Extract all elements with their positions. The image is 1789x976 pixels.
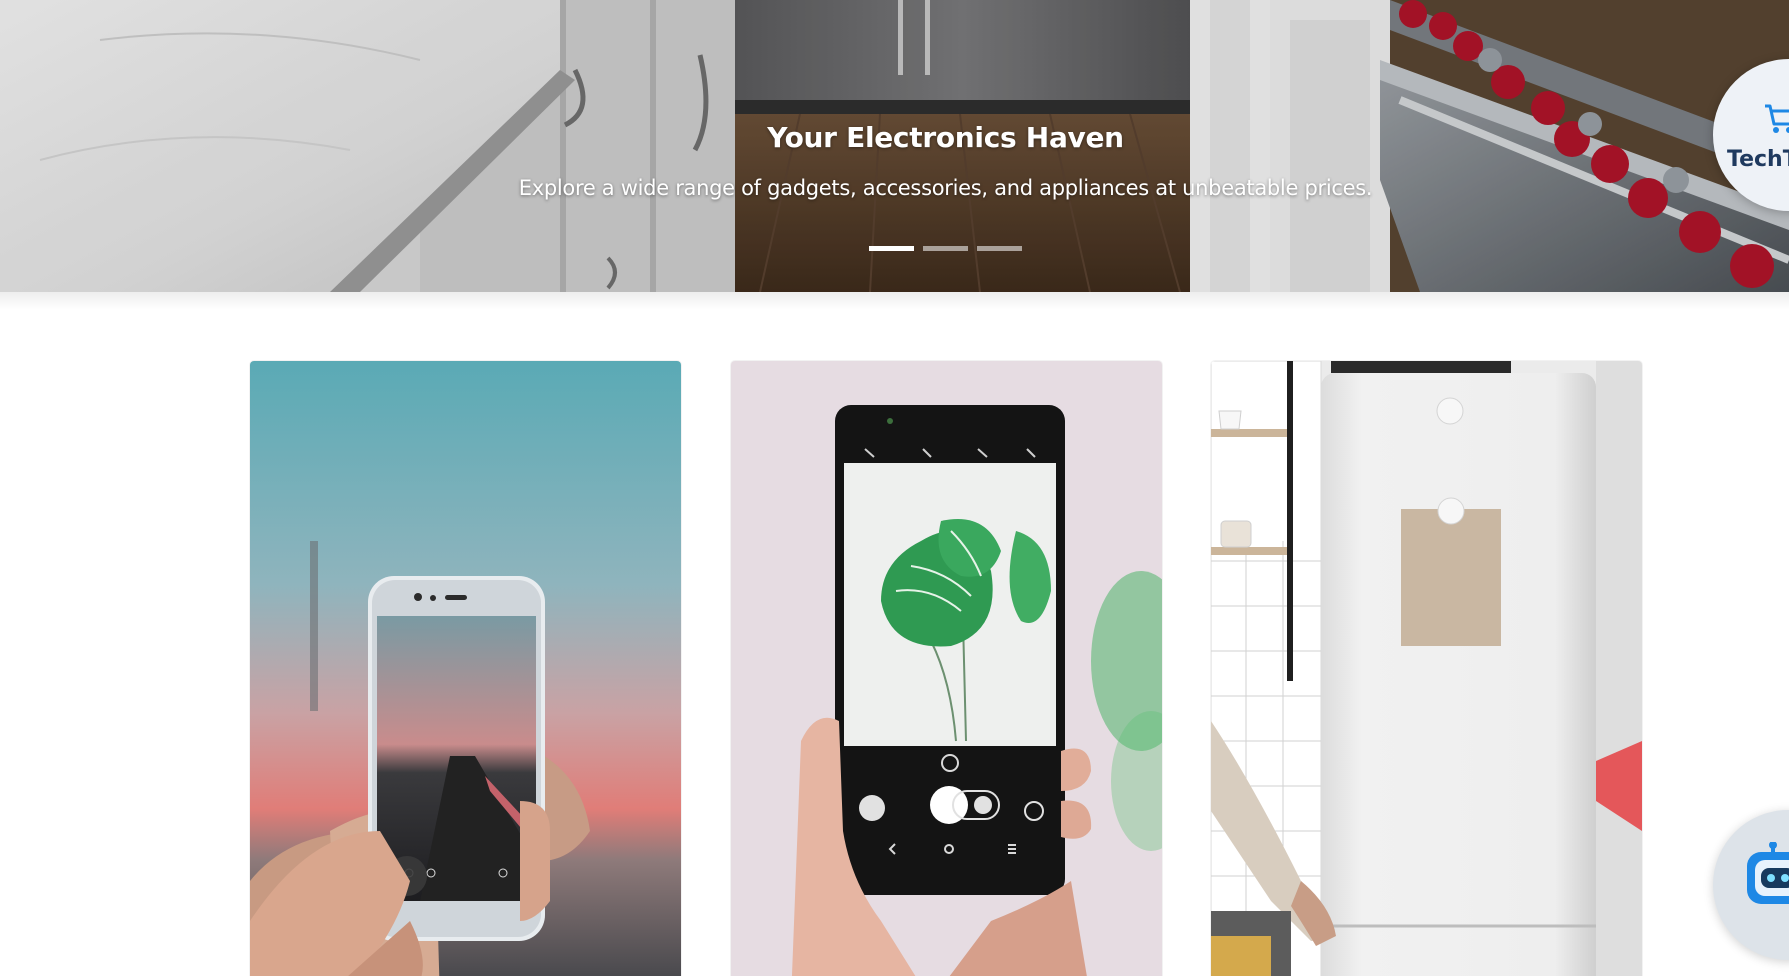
product-card-2[interactable] xyxy=(731,361,1162,976)
page: Your Electronics Haven Explore a wide ra… xyxy=(0,0,1789,976)
robot-icon xyxy=(1747,842,1789,904)
carousel-indicator-1[interactable] xyxy=(869,246,914,251)
product-card-3[interactable] xyxy=(1211,361,1642,976)
carousel-indicator-2[interactable] xyxy=(923,246,968,251)
product-image-phone-sunset xyxy=(250,361,681,976)
shopping-cart-icon xyxy=(1765,104,1789,133)
product-card-1[interactable] xyxy=(250,361,681,976)
hero-carousel: Your Electronics Haven Explore a wide ra… xyxy=(0,0,1789,292)
hero-subtitle: Explore a wide range of gadgets, accesso… xyxy=(518,176,1373,200)
carousel-indicator-3[interactable] xyxy=(977,246,1022,251)
product-image-phone-leaf xyxy=(731,361,1162,976)
hero-title: Your Electronics Haven xyxy=(767,121,1124,154)
product-image-refrigerator xyxy=(1211,361,1642,976)
hero-shadow xyxy=(0,292,1789,310)
carousel-indicators xyxy=(869,246,1022,251)
chatbot-button[interactable] xyxy=(1713,810,1789,960)
brand-name: TechT xyxy=(1727,147,1789,172)
